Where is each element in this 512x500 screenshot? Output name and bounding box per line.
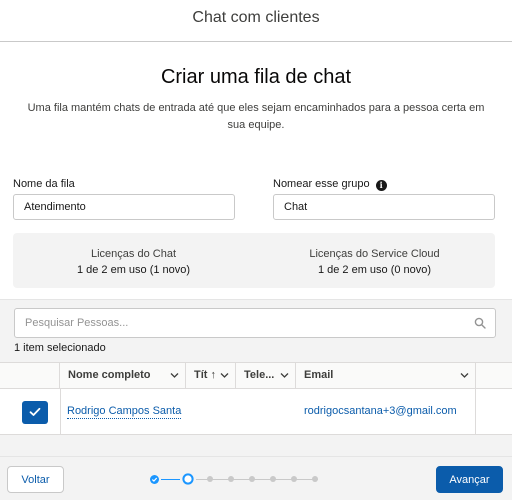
chat-licenses-usage: 1 de 2 em uso (1 novo)	[76, 264, 191, 276]
group-name-input[interactable]	[273, 194, 495, 220]
step-dot[interactable]	[228, 476, 234, 482]
group-name-label-text: Nomear esse grupo	[273, 178, 370, 190]
column-header-email[interactable]: Email	[296, 363, 476, 388]
chevron-down-icon[interactable]	[170, 372, 179, 379]
licenses-panel: Licenças do Chat 1 de 2 em uso (1 novo) …	[13, 233, 495, 288]
chevron-down-icon[interactable]	[280, 372, 289, 379]
column-header-name-label: Nome completo	[68, 369, 151, 381]
row-select-checkbox[interactable]	[22, 401, 48, 424]
modal-title: Chat com clientes	[192, 9, 320, 26]
selected-count: 1 item selecionado	[14, 342, 106, 354]
step-dot[interactable]	[291, 476, 297, 482]
checkmark-icon	[29, 407, 41, 416]
step-dot[interactable]	[270, 476, 276, 482]
chat-licenses: Licenças do Chat 1 de 2 em uso (1 novo)	[13, 246, 254, 278]
info-icon[interactable]: i	[375, 180, 387, 191]
people-search	[14, 308, 496, 338]
table-row[interactable]: Rodrigo Campos Santa rodrigocsantana+3@g…	[0, 389, 512, 435]
page-description: Uma fila mantém chats de entrada até que…	[27, 102, 485, 131]
chevron-down-icon[interactable]	[460, 372, 469, 379]
step-current-icon[interactable]	[182, 473, 194, 485]
modal-footer: Voltar Avançar	[0, 456, 512, 500]
people-search-input[interactable]	[15, 309, 455, 337]
service-cloud-licenses: Licenças do Service Cloud 1 de 2 em uso …	[254, 246, 495, 278]
progress-stepper	[150, 473, 350, 485]
back-button[interactable]: Voltar	[7, 466, 64, 493]
column-header-name[interactable]: Nome completo	[60, 363, 186, 388]
next-button[interactable]: Avançar	[436, 466, 503, 493]
search-icon[interactable]	[474, 317, 486, 329]
column-header-phone[interactable]: Tele...	[236, 363, 296, 388]
column-header-email-label: Email	[304, 369, 334, 381]
step-dot[interactable]	[207, 476, 213, 482]
group-name-label: Nomear esse grupo i	[273, 178, 387, 191]
column-header-title[interactable]: Tít ↑	[186, 363, 236, 388]
step-connector	[161, 479, 180, 480]
step-dot[interactable]	[249, 476, 255, 482]
page-title: Criar uma fila de chat	[160, 66, 352, 88]
column-header-phone-label: Tele...	[244, 369, 275, 381]
person-email[interactable]: rodrigocsantana+3@gmail.com	[304, 405, 457, 418]
chevron-down-icon[interactable]	[220, 372, 229, 379]
step-connector	[196, 479, 318, 480]
queue-name-label: Nome da fila	[13, 178, 75, 190]
service-cloud-licenses-usage: 1 de 2 em uso (0 novo)	[317, 264, 432, 276]
row-divider	[475, 389, 476, 435]
column-header-title-label: Tít	[194, 369, 208, 381]
sort-up-icon[interactable]: ↑	[210, 369, 216, 381]
queue-name-input[interactable]	[13, 194, 235, 220]
modal-header: Chat com clientes	[0, 0, 512, 42]
table-header: Nome completo Tít ↑ Tele... Email	[0, 362, 512, 389]
person-name-link[interactable]: Rodrigo Campos Santa	[67, 405, 182, 419]
step-complete-icon[interactable]	[150, 475, 159, 484]
select-column-header	[0, 363, 60, 388]
service-cloud-licenses-title: Licenças do Service Cloud	[309, 248, 440, 260]
people-picker: 1 item selecionado Nome completo Tít↑ Te…	[0, 299, 512, 456]
row-divider	[60, 389, 61, 435]
chat-licenses-title: Licenças do Chat	[91, 248, 176, 260]
step-dot[interactable]	[312, 476, 318, 482]
